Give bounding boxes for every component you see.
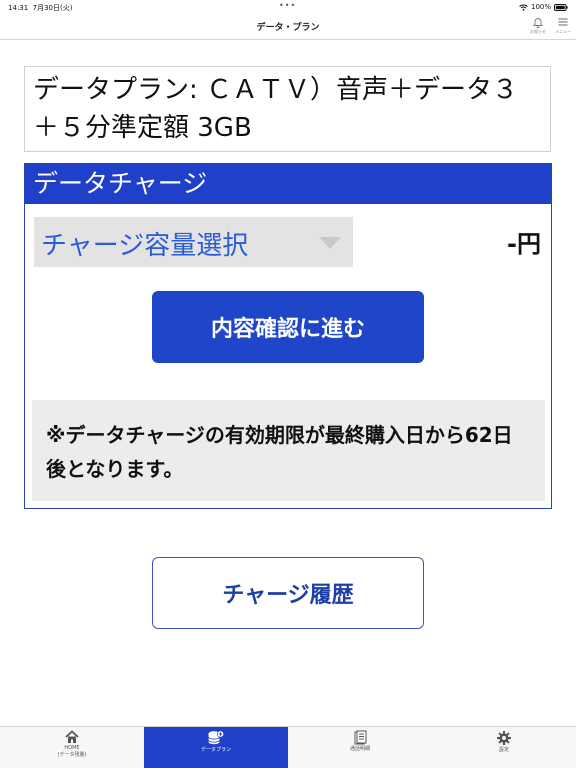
tab-home-sublabel: (データ残量) [57, 752, 87, 758]
tab-settings[interactable]: 設定 [432, 727, 576, 768]
charge-history-button[interactable]: チャージ履歴 [152, 557, 424, 629]
tab-data-plan-label: データプラン [200, 747, 231, 753]
dropdown-arrow-icon [319, 237, 341, 249]
status-right: 100% [519, 3, 568, 11]
tab-settings-label: 設定 [498, 747, 509, 753]
charge-expiry-notice: ※データチャージの有効期限が最終購入日から62日後となります。 [32, 400, 545, 501]
tab-home-label: HOME [64, 745, 80, 751]
charge-capacity-select-value: チャージ容量選択 [41, 231, 249, 261]
home-icon [0, 730, 144, 744]
status-date: 7月30日(火) [32, 4, 73, 12]
notification-button[interactable]: お知らせ [525, 16, 551, 38]
notification-label: お知らせ [530, 29, 546, 34]
charge-capacity-select[interactable]: チャージ容量選択 [34, 217, 353, 267]
hamburger-menu-icon [550, 16, 576, 28]
menu-button[interactable]: メニュー [550, 16, 576, 38]
menu-label: メニュー [555, 29, 571, 34]
nav-bar: データ・プラン お知らせ メニュー [0, 14, 576, 40]
tab-call-details[interactable]: 通話明細 [288, 727, 432, 768]
multitask-dots[interactable]: ••• [279, 1, 296, 10]
wifi-icon [519, 4, 528, 11]
charge-price: -円 [507, 230, 541, 258]
battery-icon [554, 3, 568, 11]
tab-data-plan[interactable]: データプラン [144, 727, 288, 768]
status-bar: 14:31 7月30日(火) ••• 100% [0, 0, 576, 14]
data-charge-header: データチャージ [25, 164, 551, 204]
status-time: 14:31 7月30日(火) [8, 3, 72, 13]
tab-home[interactable]: HOME (データ残量) [0, 727, 144, 768]
battery-percent: 100% [530, 3, 551, 11]
confirm-content-button[interactable]: 内容確認に進む [152, 291, 424, 363]
tab-call-details-label: 通話明細 [349, 746, 370, 752]
bell-icon [525, 16, 551, 28]
status-time-value: 14:31 [8, 4, 29, 12]
data-charge-card: データチャージ チャージ容量選択 -円 内容確認に進む ※データチャージの有効期… [24, 163, 552, 509]
tab-bar: HOME (データ残量) データプラン 通話明細 設定 [0, 726, 576, 768]
page-title: データ・プラン [256, 23, 320, 33]
document-list-icon [288, 730, 432, 745]
gear-icon [432, 730, 576, 746]
screen: 14:31 7月30日(火) ••• 100% データ・プラン お知らせ メニュ… [0, 0, 576, 768]
database-plus-icon [144, 730, 288, 746]
plan-name: データプラン: ＣＡＴＶ）音声＋データ３＋５分準定額 3GB [24, 66, 551, 152]
